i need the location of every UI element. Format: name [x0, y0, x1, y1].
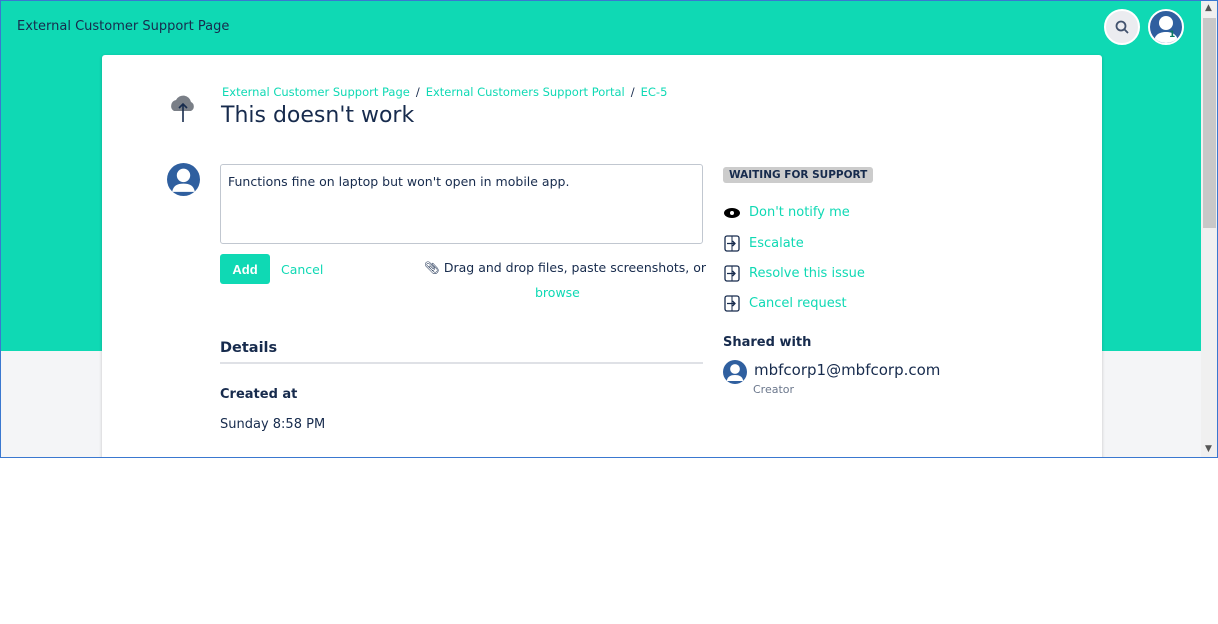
- user-avatar-icon: [167, 163, 200, 196]
- notification-badge: 1: [1169, 30, 1176, 40]
- status-badge: WAITING FOR SUPPORT: [723, 167, 874, 183]
- transition-icon: [723, 265, 740, 282]
- shared-user-email: mbfcorp1@mbfcorp.com: [754, 361, 941, 379]
- page-title: This doesn't work: [221, 103, 415, 128]
- breadcrumb-support-portal[interactable]: External Customers Support Portal: [426, 85, 625, 99]
- created-value: Sunday 8:58 PM: [220, 417, 326, 432]
- comment-textarea[interactable]: Functions fine on laptop but won't open …: [220, 164, 703, 244]
- transition-icon: [723, 295, 740, 312]
- breadcrumb-portal-page[interactable]: External Customer Support Page: [222, 85, 410, 99]
- search-button[interactable]: [1104, 9, 1140, 45]
- resolve-action[interactable]: Resolve this issue: [723, 265, 865, 282]
- profile-avatar-button[interactable]: [1148, 9, 1184, 45]
- user-avatar-icon: [723, 360, 747, 384]
- scrollbar-thumb[interactable]: [1203, 18, 1216, 228]
- cancel-request-action[interactable]: Cancel request: [723, 295, 847, 312]
- attachment-dropzone[interactable]: 📎︎ Drag and drop files, paste screenshot…: [424, 260, 706, 276]
- site-title[interactable]: External Customer Support Page: [17, 19, 229, 34]
- details-heading: Details: [220, 340, 703, 364]
- breadcrumb-issue-key[interactable]: EC-5: [641, 85, 668, 99]
- transition-icon: [723, 235, 740, 252]
- scroll-down-icon[interactable]: ▼: [1205, 444, 1212, 454]
- created-label: Created at: [220, 387, 298, 402]
- browser-viewport: External Customer Support Page 1 Externa…: [0, 0, 1218, 458]
- search-icon: [1115, 20, 1129, 34]
- dropzone-text: Drag and drop files, paste screenshots, …: [443, 260, 706, 275]
- eye-icon: [723, 207, 740, 218]
- add-button[interactable]: Add: [220, 254, 270, 284]
- dont-notify-action[interactable]: Don't notify me: [723, 205, 850, 220]
- shared-user-role: Creator: [753, 383, 795, 396]
- cancel-link[interactable]: Cancel: [281, 262, 323, 277]
- shared-with-heading: Shared with: [723, 335, 812, 350]
- cloud-upload-icon: [171, 95, 194, 122]
- breadcrumb: External Customer Support Page / External …: [222, 85, 668, 99]
- browse-link[interactable]: browse: [535, 285, 580, 300]
- request-card: External Customer Support Page / External …: [102, 55, 1102, 457]
- escalate-action[interactable]: Escalate: [723, 235, 804, 252]
- vertical-scrollbar[interactable]: ▲ ▼: [1201, 1, 1217, 457]
- scroll-up-icon[interactable]: ▲: [1205, 3, 1212, 13]
- paperclip-icon: 📎︎: [424, 260, 440, 275]
- user-avatar-icon: [1154, 16, 1178, 43]
